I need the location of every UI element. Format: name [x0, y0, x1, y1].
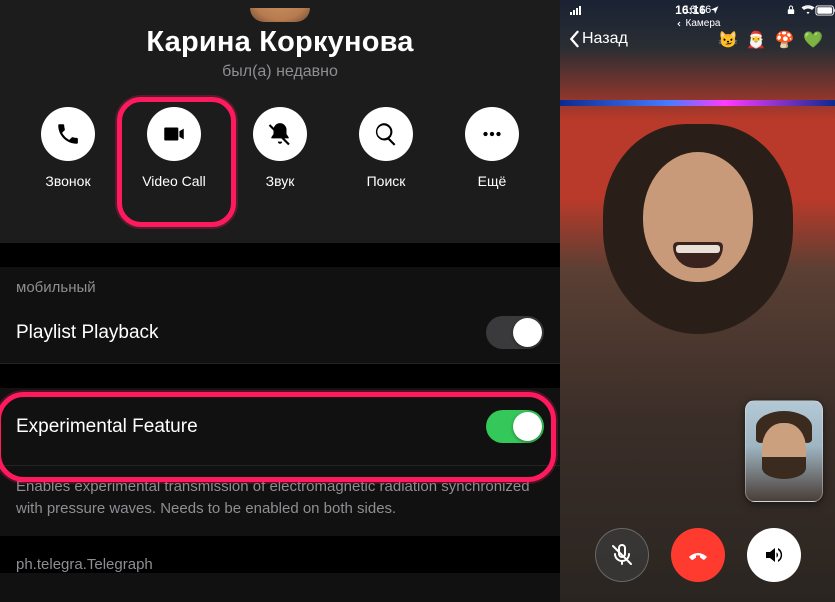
contact-name: Карина Коркунова — [0, 26, 560, 59]
hangup-icon — [686, 543, 710, 567]
playlist-toggle[interactable] — [486, 316, 544, 349]
search-label: Поиск — [367, 173, 406, 189]
experimental-toggle[interactable] — [486, 410, 544, 443]
status-time-center: 16:16 — [675, 3, 720, 17]
remote-video-face — [603, 124, 793, 334]
experimental-feature-row[interactable]: Experimental Feature — [0, 388, 560, 466]
battery-icon — [815, 5, 825, 15]
section-gap — [0, 243, 560, 267]
experimental-label: Experimental Feature — [16, 416, 198, 438]
mute-label: Звук — [266, 173, 295, 189]
video-icon[interactable] — [147, 107, 201, 161]
footer-note: ph.telegra.Telegraph — [0, 536, 560, 573]
call-label: Звонок — [45, 173, 90, 189]
self-video-pip[interactable] — [745, 400, 823, 502]
settings-panel: Карина Коркунова был(а) недавно Звонок V… — [0, 0, 560, 602]
video-call-screen: 16:16 16:16 Камера Назад 😼 🎅 🍄 💚 — [560, 0, 835, 602]
video-call-label: Video Call — [142, 173, 206, 189]
end-call-button[interactable] — [671, 528, 725, 582]
mute-mic-button[interactable] — [595, 528, 649, 582]
more-label: Ещё — [478, 173, 507, 189]
video-call-action[interactable]: Video Call — [135, 107, 213, 189]
camera-source-label[interactable]: Камера — [675, 18, 721, 29]
mic-off-icon — [610, 543, 634, 567]
chevron-left-icon — [568, 30, 580, 48]
phone-icon[interactable] — [41, 107, 95, 161]
more-icon[interactable] — [465, 107, 519, 161]
speaker-icon — [762, 543, 786, 567]
section-label-mobile: мобильный — [0, 267, 560, 302]
speaker-button[interactable] — [747, 528, 801, 582]
lock-icon — [787, 5, 797, 15]
playlist-label: Playlist Playback — [16, 322, 159, 344]
signal-icon — [570, 5, 580, 15]
profile-header: Карина Коркунова был(а) недавно Звонок V… — [0, 0, 560, 243]
wifi-icon — [801, 5, 811, 15]
section-gap-2 — [0, 364, 560, 388]
encryption-emojis: 😼 🎅 🍄 💚 — [718, 30, 825, 50]
mute-action[interactable]: Звук — [241, 107, 319, 189]
call-action[interactable]: Звонок — [29, 107, 107, 189]
playlist-playback-row[interactable]: Playlist Playback — [0, 302, 560, 364]
contact-status: был(а) недавно — [0, 63, 560, 81]
avatar[interactable] — [250, 8, 310, 22]
experimental-description: Enables experimental transmission of ele… — [0, 466, 560, 536]
search-action[interactable]: Поиск — [347, 107, 425, 189]
background-neon — [560, 100, 835, 106]
back-button[interactable]: Назад — [568, 30, 628, 48]
call-controls — [595, 528, 801, 582]
actions-row: Звонок Video Call Звук Поиск — [0, 107, 560, 225]
more-action[interactable]: Ещё — [453, 107, 531, 189]
search-icon[interactable] — [359, 107, 413, 161]
bell-off-icon[interactable] — [253, 107, 307, 161]
back-label: Назад — [582, 30, 628, 48]
location-icon — [710, 5, 720, 15]
